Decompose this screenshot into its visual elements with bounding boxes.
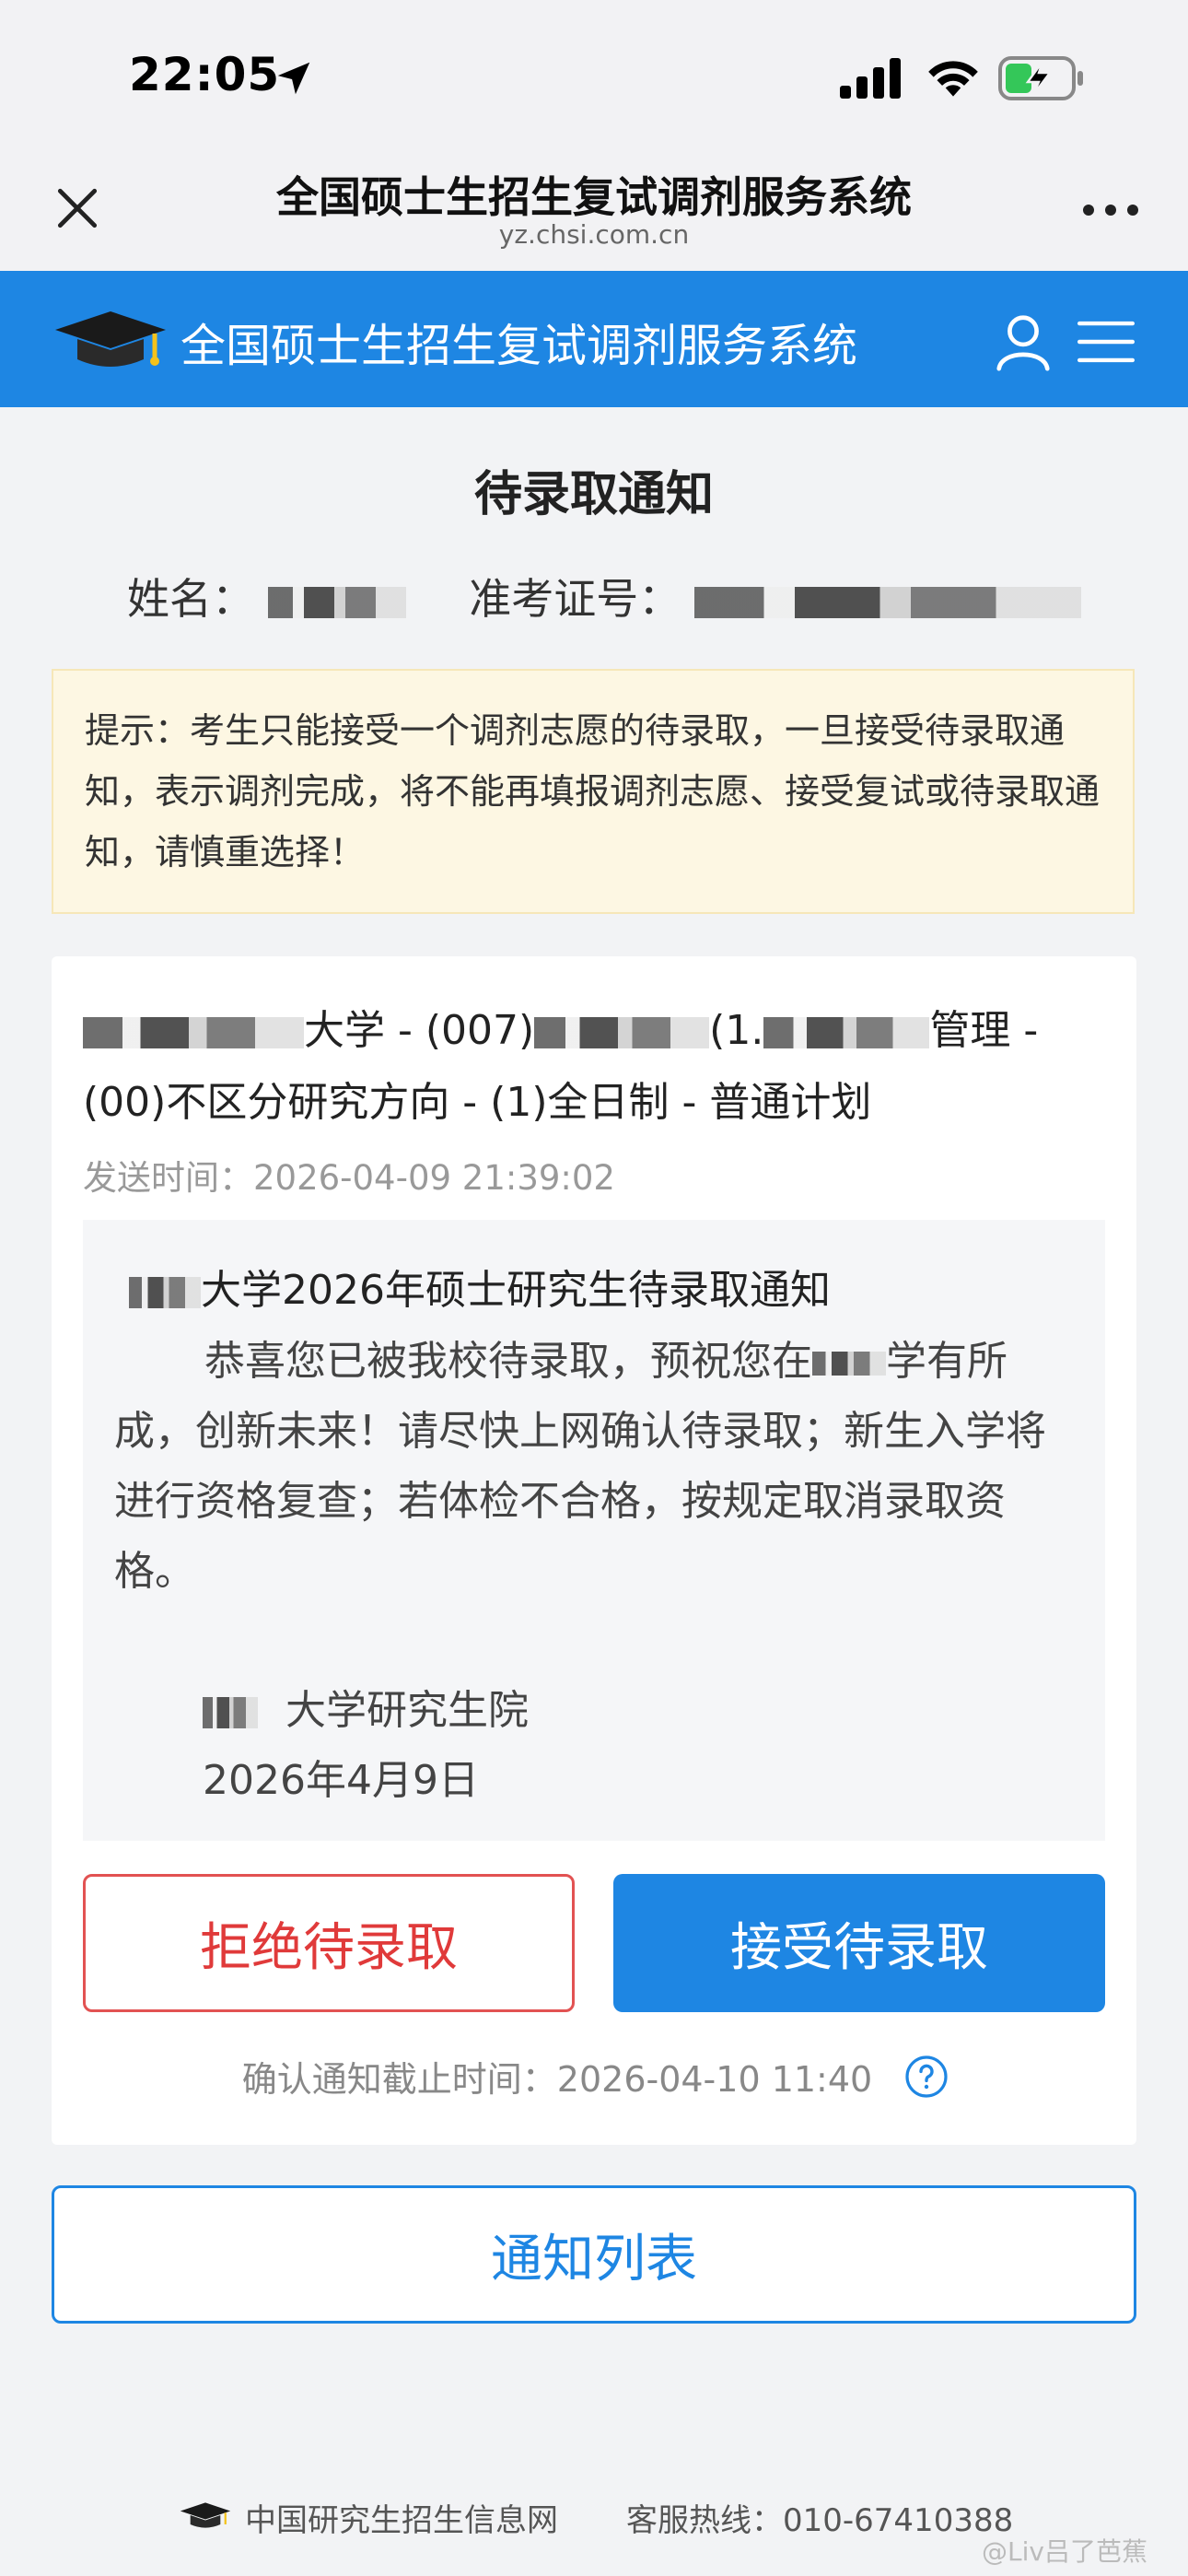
candidate-info-row: 姓名： 准考证号： [127,566,1081,626]
location-arrow-icon [277,62,310,95]
letter-title: 大学2026年硕士研究生待录取通知 [129,1257,831,1316]
redacted-university [203,1697,258,1728]
exam-id-label: 准考证号： [469,574,681,624]
name-label: 姓名： [127,574,254,624]
hamburger-menu-icon[interactable] [1077,317,1135,367]
redacted-university [812,1352,886,1376]
letter-signature-date: 2026年4月9日 [203,1757,479,1804]
notice-text: 提示：考生只能接受一个调剂志愿的待录取，一旦接受待录取通知，表示调剂完成，将不能… [85,710,1101,872]
user-icon[interactable] [991,310,1055,374]
redacted-university [129,1277,201,1308]
wifi-icon [928,61,978,97]
page-title: 待录取通知 [473,467,714,522]
letter-signature-org-text: 大学研究生院 [285,1687,529,1734]
reject-admission-button[interactable]: 拒绝待录取 [83,1874,575,2012]
redacted-university [83,1017,304,1048]
program-info-line2: (00)不区分研究方向 - (1)全日制 - 普通计划 [83,1079,872,1126]
graduation-cap-footer-icon [180,2502,231,2528]
program-major-code: (1. [709,1007,764,1054]
redacted-exam-id [693,586,1081,618]
cellular-signal-icon [840,58,901,99]
program-major-suffix: 管理 - [929,1007,1039,1054]
letter-title-text: 大学2026年硕士研究生待录取通知 [201,1267,831,1314]
sent-time: 发送时间：2026-04-09 21:39:02 [83,1158,615,1198]
letter-signature-org: 大学研究生院 [203,1677,529,1736]
confirm-deadline: 确认通知截止时间：2026-04-10 11:40 [0,2051,1188,2102]
confirm-deadline-text: 确认通知截止时间：2026-04-10 11:40 [241,2059,873,2100]
program-university-suffix: 大学 - (007) [304,1007,535,1054]
letter-body: 恭喜您已被我校待录取，预祝您在 学有所成，创新未来！请尽快上网确认待录取；新生入学… [114,1327,1072,1607]
redacted-department [534,1017,710,1048]
redacted-major [763,1017,930,1048]
accept-admission-button[interactable]: 接受待录取 [613,1874,1105,2012]
more-options-icon[interactable] [1077,184,1144,236]
watermark: @Liv吕了芭蕉 [982,2536,1147,2567]
browser-url: yz.chsi.com.cn [498,219,690,250]
redacted-name [267,586,406,618]
footer-hotline: 客服热线：010-67410388 [626,2502,1014,2539]
browser-title: 全国硕士生招生复试调剂服务系统 [276,172,912,222]
status-time: 22:05 [129,48,281,101]
battery-charging-icon [998,56,1083,100]
program-info-line1: 大学 - (007) (1. 管理 - [83,997,1105,1056]
notice-list-button[interactable]: 通知列表 [52,2185,1136,2324]
letter-body-part1: 恭喜您已被我校待录取，预祝您在 [204,1338,812,1385]
footer-site-link[interactable]: 中国研究生招生信息网 [245,2495,558,2540]
help-question-icon[interactable] [904,2055,949,2099]
site-title: 全国硕士生招生复试调剂服务系统 [181,320,858,372]
graduation-cap-logo-icon [55,311,166,367]
